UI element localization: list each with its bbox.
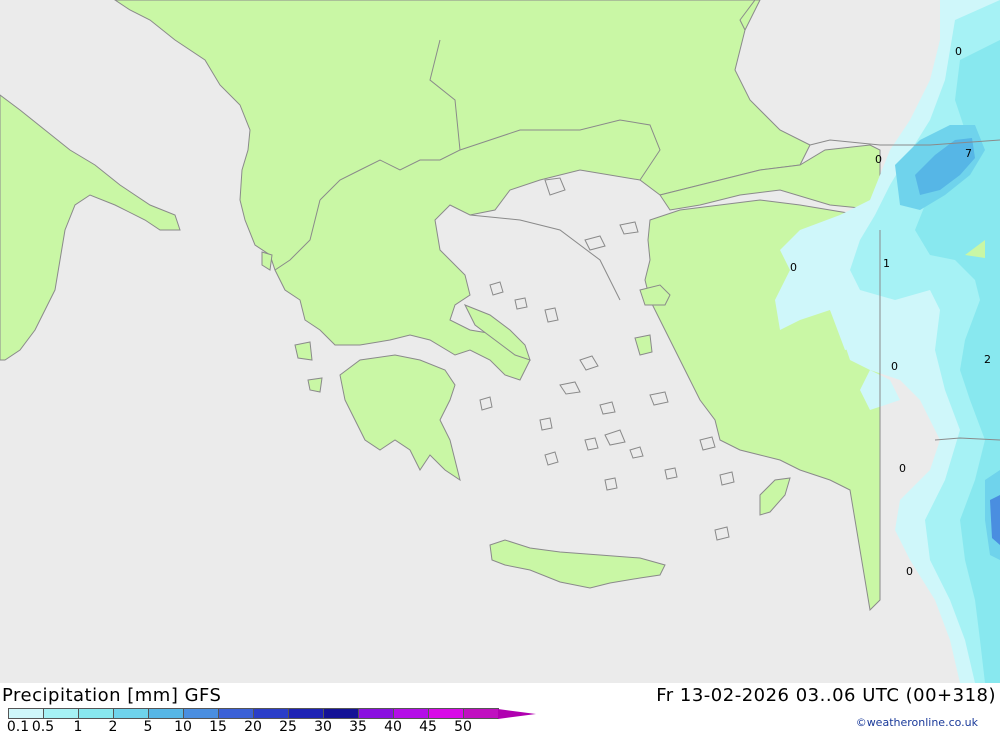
precip-value-label: 0	[891, 360, 898, 373]
precip-value-label: 0	[790, 261, 797, 274]
precip-value-label: 0	[899, 462, 906, 475]
legend-arrow	[498, 709, 536, 719]
forecast-datetime: Fr 13-02-2026 03..06 UTC (00+318)	[656, 685, 996, 706]
legend-swatch	[393, 708, 429, 719]
map-footer: Precipitation [mm] GFS Fr 13-02-2026 03.…	[0, 683, 1000, 735]
precip-value-label: 7	[965, 147, 972, 160]
legend-swatch	[113, 708, 149, 719]
credit-link[interactable]: ©weatheronline.co.uk	[856, 716, 978, 729]
map-title: Precipitation [mm] GFS	[2, 685, 222, 706]
legend-swatch	[358, 708, 394, 719]
legend-swatch	[428, 708, 464, 719]
land-zakynthos	[307, 377, 323, 393]
color-legend	[8, 708, 536, 719]
legend-swatch	[8, 708, 44, 719]
legend-swatch	[288, 708, 324, 719]
precip-value-label: 1	[883, 257, 890, 270]
legend-swatch	[323, 708, 359, 719]
legend-swatch	[183, 708, 219, 719]
precip-value-label: 2	[984, 353, 991, 366]
legend-swatch	[218, 708, 254, 719]
precip-value-label: 0	[875, 153, 882, 166]
precip-value-label: 0	[955, 45, 962, 58]
legend-swatch	[463, 708, 499, 719]
legend-swatch	[43, 708, 79, 719]
land-kefalonia	[294, 341, 313, 361]
legend-swatch	[78, 708, 114, 719]
legend-labels: 0.1 0.5 1 2 5 10 15 20 25 30 35 40 45 50	[0, 719, 520, 735]
precip-value-label: 0	[906, 565, 913, 578]
legend-swatch	[253, 708, 289, 719]
legend-swatch	[148, 708, 184, 719]
precipitation-map: 0 7 0 1 0 0 2 0 0	[0, 0, 1000, 683]
